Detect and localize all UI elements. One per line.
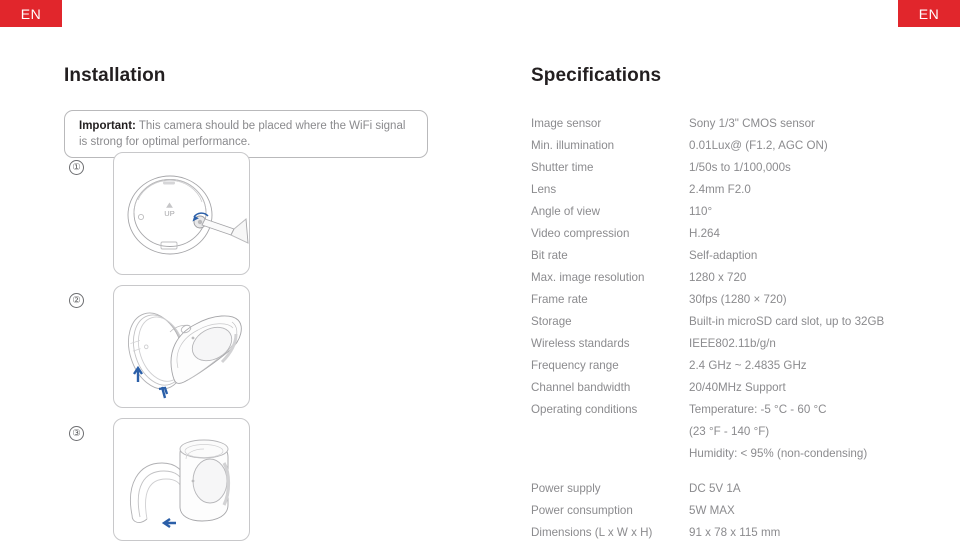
spec-value: Self-adaption xyxy=(689,245,931,267)
spec-value-line: 91 x 78 x 115 mm xyxy=(689,526,781,539)
spec-row: Min. illumination 0.01Lux@ (F1.2, AGC ON) xyxy=(531,135,931,157)
spec-label: Max. image resolution xyxy=(531,271,645,284)
spec-value-line: Sony 1/3" CMOS sensor xyxy=(689,117,815,130)
spec-label: Storage xyxy=(531,315,572,328)
spec-value: 5W MAX xyxy=(689,500,931,522)
spec-value-line: Self-adaption xyxy=(689,249,758,262)
spec-row: Power consumption 5W MAX xyxy=(531,500,931,522)
language-badge-right: EN xyxy=(898,0,960,27)
spec-row: Power supply DC 5V 1A xyxy=(531,478,931,500)
spec-value-line: 1/50s to 1/100,000s xyxy=(689,161,791,174)
spec-value: 0.01Lux@ (F1.2, AGC ON) xyxy=(689,135,931,157)
spec-value-line: (23 °F - 140 °F) xyxy=(689,425,770,438)
spec-row: Frequency range 2.4 GHz ~ 2.4835 GHz xyxy=(531,355,931,377)
spec-value: 1280 x 720 xyxy=(689,267,931,289)
spec-value: 2.4 GHz ~ 2.4835 GHz xyxy=(689,355,931,377)
spec-value-line: Temperature: -5 °C - 60 °C xyxy=(689,403,827,416)
spec-value-line: 110° xyxy=(689,205,713,218)
installation-heading: Installation xyxy=(64,65,166,86)
figure-3-artwork xyxy=(130,439,231,528)
spec-row: Image sensor Sony 1/3" CMOS sensor xyxy=(531,113,931,135)
spec-row: Bit rate Self-adaption xyxy=(531,245,931,267)
spec-row: Operating conditions Temperature: -5 °C -… xyxy=(531,399,931,465)
spec-label: Angle of view xyxy=(531,205,600,218)
spec-value: DC 5V 1A xyxy=(689,478,931,500)
spec-value: Built-in microSD card slot, up to 32GB xyxy=(689,311,931,333)
camera-base-screwdriver-illustration: UP xyxy=(113,152,250,275)
spec-value-line: 1280 x 720 xyxy=(689,271,747,284)
important-callout-lead: Important: xyxy=(79,120,136,132)
language-badge-left: EN xyxy=(0,0,62,27)
spec-value-line: 30fps (1280 × 720) xyxy=(689,293,787,306)
specifications-table: Image sensor Sony 1/3" CMOS sensor Min. il… xyxy=(531,113,931,544)
language-badge-left-label: EN xyxy=(20,5,42,22)
spec-value-line: DC 5V 1A xyxy=(689,482,741,495)
spec-row: Video compression H.264 xyxy=(531,223,931,245)
spec-label: Power consumption xyxy=(531,504,633,517)
camera-body-mount-tilt-illustration xyxy=(113,285,250,408)
spec-value: 20/40MHz Support xyxy=(689,377,931,399)
spec-label: Min. illumination xyxy=(531,139,615,152)
spec-row: Shutter time 1/50s to 1/100,000s xyxy=(531,157,931,179)
figure-2-artwork xyxy=(128,312,242,399)
spec-value-line: 0.01Lux@ (F1.2, AGC ON) xyxy=(689,139,828,152)
camera-body-upright-illustration xyxy=(113,418,250,541)
spec-label: Dimensions (L x W x H) xyxy=(531,526,653,539)
spec-value: Sony 1/3" CMOS sensor xyxy=(689,113,931,135)
spec-value-line: H.264 xyxy=(689,227,720,240)
spec-label: Power supply xyxy=(531,482,601,495)
spec-row: Frame rate 30fps (1280 × 720) xyxy=(531,289,931,311)
spec-label: Frame rate xyxy=(531,293,588,306)
spec-value-line: 2.4 GHz ~ 2.4835 GHz xyxy=(689,359,807,372)
spec-value: 30fps (1280 × 720) xyxy=(689,289,931,311)
figure-1-artwork: UP xyxy=(127,175,249,255)
spec-value: 1/50s to 1/100,000s xyxy=(689,157,931,179)
spec-label: Shutter time xyxy=(531,161,594,174)
spec-label: Channel bandwidth xyxy=(531,381,631,394)
language-badge-right-label: EN xyxy=(918,5,940,22)
manual-page: EN EN Installation Important: This camer… xyxy=(0,0,960,551)
spec-value: 2.4mm F2.0 xyxy=(689,179,931,201)
spec-label: Wireless standards xyxy=(531,337,630,350)
spec-label: Operating conditions xyxy=(531,403,638,416)
specifications-heading: Specifications xyxy=(531,65,662,86)
spec-row: Angle of view 110° xyxy=(531,201,931,223)
spec-row: Channel bandwidth 20/40MHz Support xyxy=(531,377,931,399)
spec-row: Wireless standards IEEE802.11b/g/n xyxy=(531,333,931,355)
spec-value: 91 x 78 x 115 mm xyxy=(689,522,931,544)
figure-up-label: UP xyxy=(164,209,174,218)
important-callout: Important: This camera should be placed … xyxy=(64,110,428,158)
step-number-3: ③ xyxy=(69,426,84,441)
spec-value: Temperature: -5 °C - 60 °C (23 °F - 140 °… xyxy=(689,399,931,465)
spec-label: Bit rate xyxy=(531,249,568,262)
spec-value: IEEE802.11b/g/n xyxy=(689,333,931,355)
step-number-1: ① xyxy=(69,160,84,175)
spec-row: Max. image resolution 1280 x 720 xyxy=(531,267,931,289)
spec-row: Dimensions (L x W x H) 91 x 78 x 115 mm xyxy=(531,522,931,544)
spec-value: H.264 xyxy=(689,223,931,245)
spec-value-line: 2.4mm F2.0 xyxy=(689,183,751,196)
spec-value-line: Humidity: < 95% (non-condensing) xyxy=(689,447,868,460)
step-number-2: ② xyxy=(69,293,84,308)
spec-row: Lens 2.4mm F2.0 xyxy=(531,179,931,201)
spec-label: Frequency range xyxy=(531,359,619,372)
spec-value-line: 5W MAX xyxy=(689,504,735,517)
spec-label: Lens xyxy=(531,183,557,196)
spec-label: Video compression xyxy=(531,227,630,240)
spec-value-line: IEEE802.11b/g/n xyxy=(689,337,776,350)
spec-label: Image sensor xyxy=(531,117,602,130)
spec-value-line: 20/40MHz Support xyxy=(689,381,786,394)
spec-value: 110° xyxy=(689,201,931,223)
spec-value-line: Built-in microSD card slot, up to 32GB xyxy=(689,315,885,328)
spec-row: Storage Built-in microSD card slot, up to… xyxy=(531,311,931,333)
